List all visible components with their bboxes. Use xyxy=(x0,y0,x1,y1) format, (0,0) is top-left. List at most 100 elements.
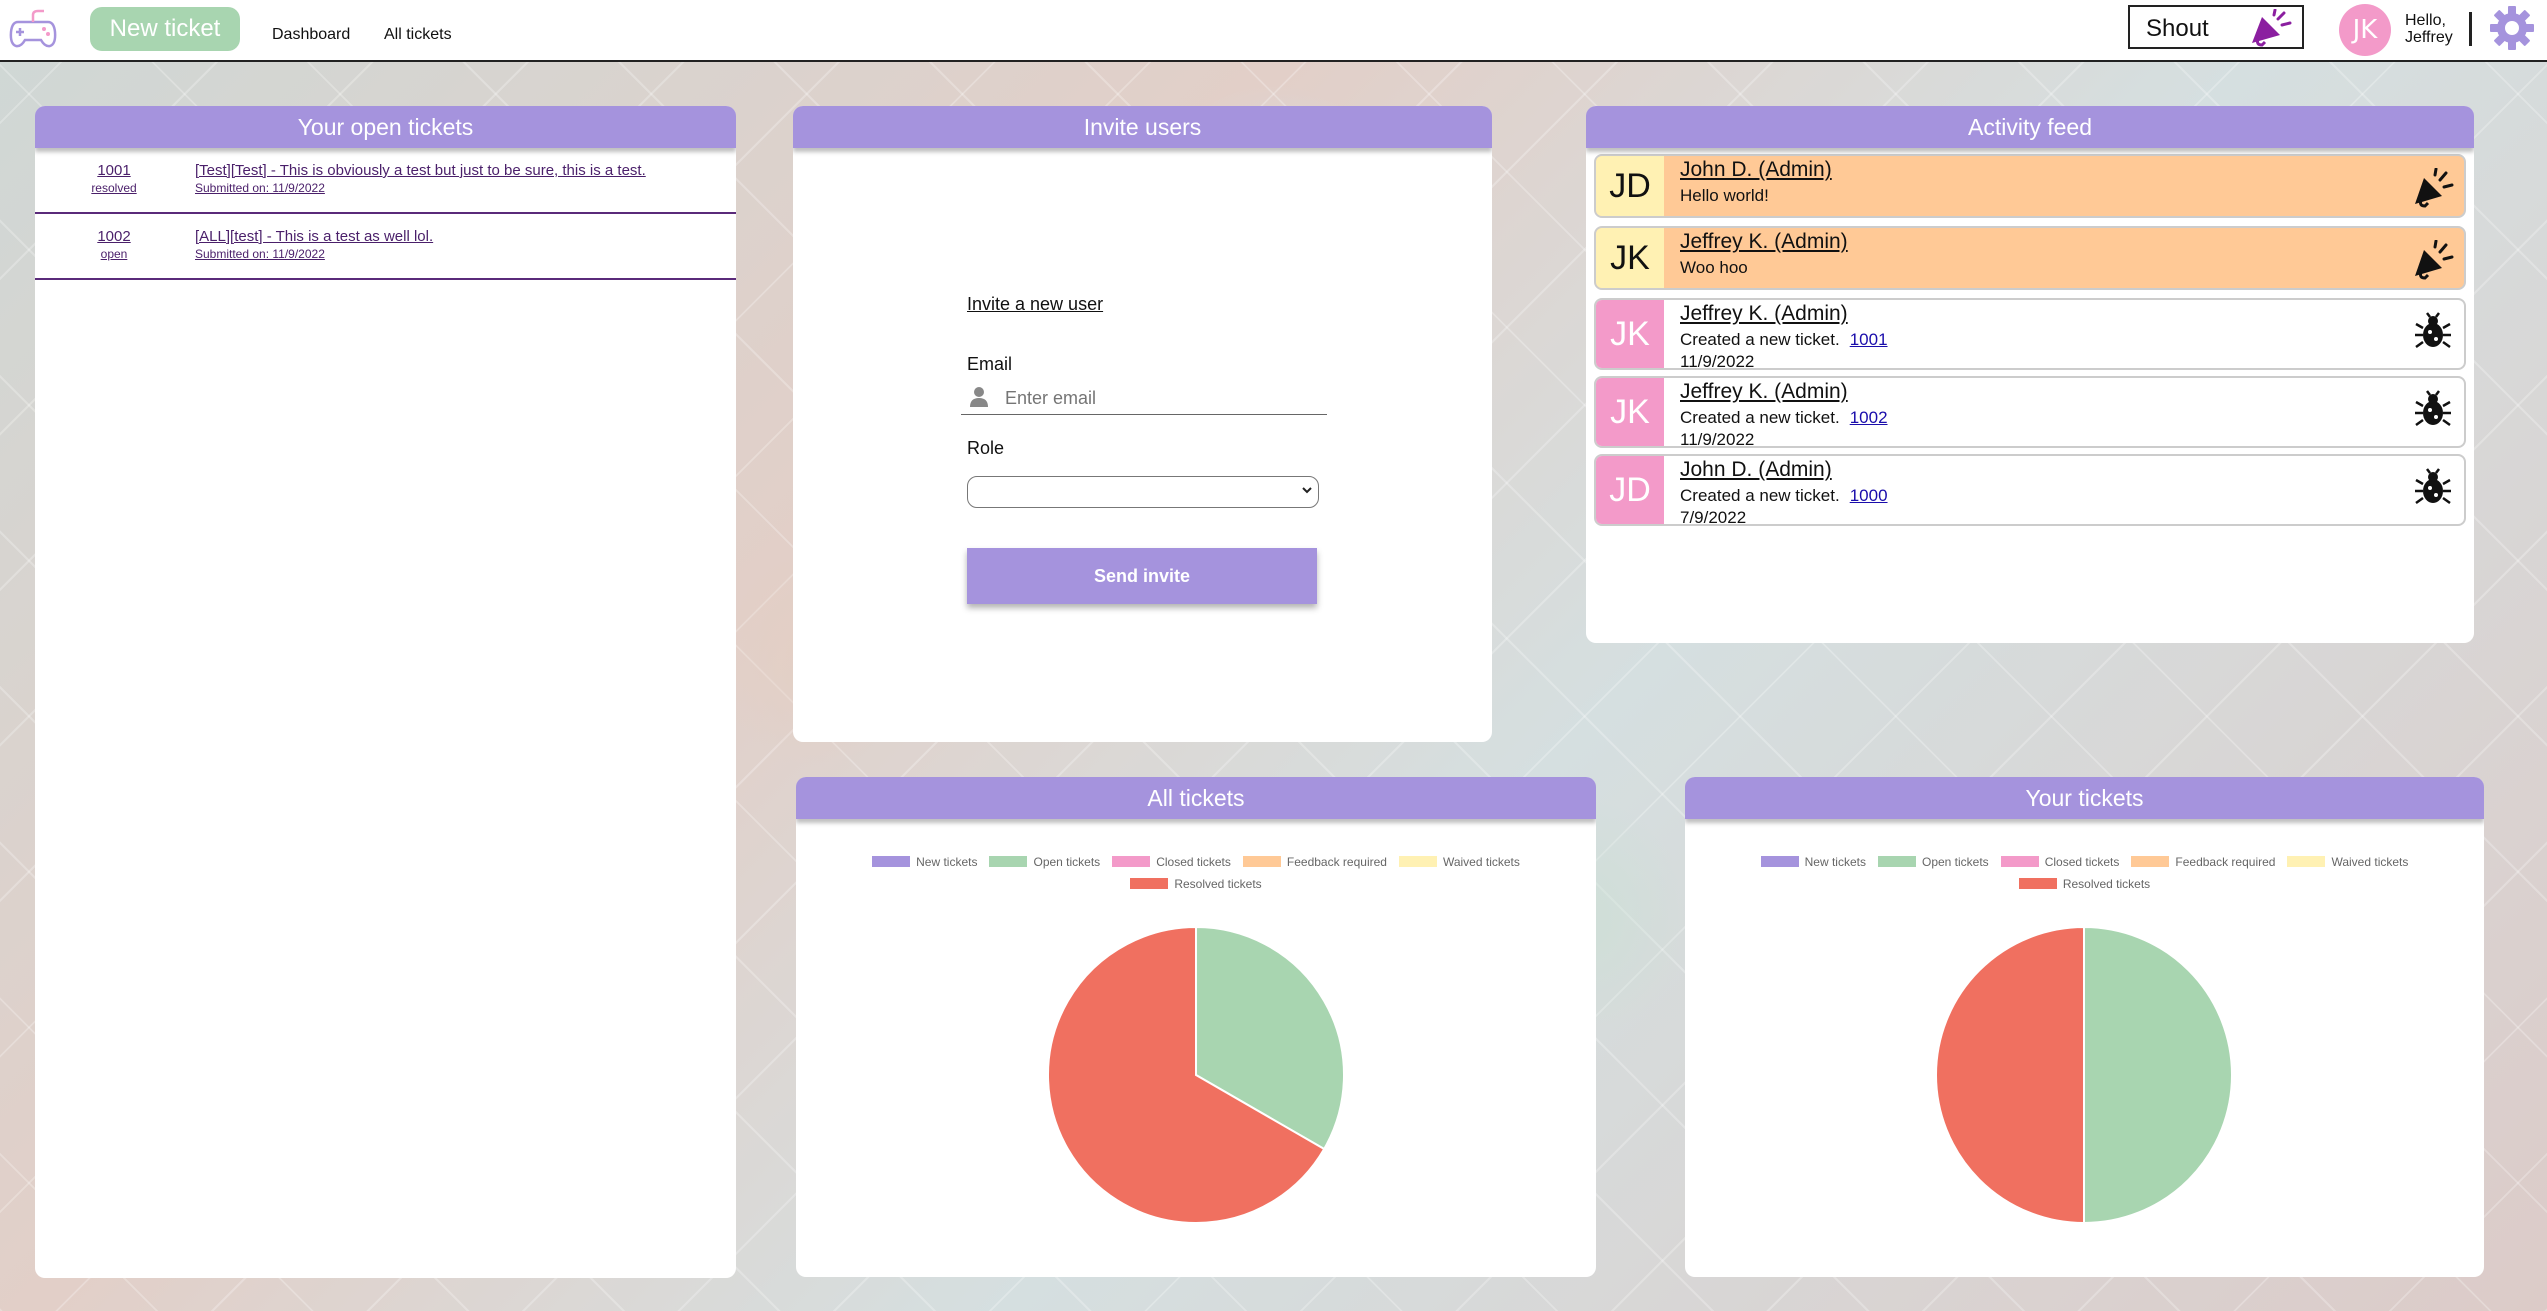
send-invite-button[interactable]: Send invite xyxy=(967,548,1317,604)
nav-dashboard-link[interactable]: Dashboard xyxy=(272,26,350,44)
megaphone-icon xyxy=(2415,240,2454,280)
bug-icon xyxy=(2415,468,2451,505)
pie-chart xyxy=(1047,925,1345,1224)
chevron-down-icon xyxy=(1302,487,1312,494)
role-select[interactable] xyxy=(967,476,1319,508)
all-tickets-chart-panel: All tickets New tickets Open tickets Close… xyxy=(796,777,1596,1277)
pie-chart xyxy=(1935,925,2233,1225)
shout-label: Shout xyxy=(2146,15,2209,42)
feed-message-text: Created a new ticket. xyxy=(1680,486,1840,505)
legend-swatch xyxy=(2000,856,2039,867)
legend-label: Feedback required xyxy=(2175,855,2276,869)
legend-label: Waived tickets xyxy=(2331,855,2409,869)
feed-date: 11/9/2022 xyxy=(1680,430,1755,448)
bug-icon xyxy=(2415,390,2451,427)
legend-item[interactable]: Closed tickets xyxy=(2000,851,2120,873)
ticket-title-link[interactable]: [ALL][test] - This is a test as well lol… xyxy=(195,228,433,245)
megaphone-icon xyxy=(2415,168,2454,208)
divider xyxy=(2469,12,2472,46)
user-avatar[interactable]: JK xyxy=(2339,4,2391,56)
feed-message-text: Created a new ticket. xyxy=(1680,330,1840,349)
legend-label: Closed tickets xyxy=(2044,855,2120,869)
feed-message: Woo hoo xyxy=(1680,258,1748,278)
shout-button[interactable]: Shout xyxy=(2128,5,2304,49)
legend-swatch xyxy=(2287,856,2326,867)
role-label: Role xyxy=(967,438,1005,458)
open-tickets-title: Your open tickets xyxy=(35,106,736,148)
your-tickets-chart-panel: Your tickets New tickets Open tickets Clos… xyxy=(1685,777,2484,1277)
feed-item[interactable]: JK Jeffrey K. (Admin) Created a new ticket… xyxy=(1594,298,2466,370)
activity-feed-title: Activity feed xyxy=(1586,106,2474,148)
ticket-submitted-date: Submitted on: 11/9/2022 xyxy=(195,181,325,195)
legend-item[interactable]: Waived tickets xyxy=(1398,851,1520,873)
ticket-id-link[interactable]: 1001 xyxy=(35,162,193,179)
legend-label: New tickets xyxy=(1804,855,1866,869)
ticket-status[interactable]: resolved xyxy=(35,181,193,195)
feed-date: 7/9/2022 xyxy=(1680,508,1747,526)
feed-message: Created a new ticket. 1001 xyxy=(1680,330,1888,350)
email-field-wrapper xyxy=(961,380,1327,415)
feed-avatar: JK xyxy=(1596,228,1664,288)
feed-avatar: JD xyxy=(1596,456,1664,524)
feed-author-link[interactable]: John D. (Admin) xyxy=(1680,458,1832,482)
pie-slice-resolved-tickets[interactable] xyxy=(1935,925,2085,1225)
feed-item[interactable]: JK Jeffrey K. (Admin) Woo hoo xyxy=(1594,226,2466,290)
feed-ticket-link[interactable]: 1002 xyxy=(1850,408,1888,427)
feed-message-text: Created a new ticket. xyxy=(1680,408,1840,427)
legend-label: Waived tickets xyxy=(1442,855,1520,869)
feed-author-link[interactable]: Jeffrey K. (Admin) xyxy=(1680,230,1848,254)
legend-item[interactable]: Resolved tickets xyxy=(2018,873,2150,895)
legend-swatch xyxy=(872,856,911,867)
feed-message-text: Woo hoo xyxy=(1680,258,1748,277)
activity-feed-panel: Activity feed JD John D. (Admin) Hello wor… xyxy=(1586,106,2474,643)
pie-slice-open-tickets[interactable] xyxy=(2083,925,2233,1225)
legend-item[interactable]: Feedback required xyxy=(1242,851,1387,873)
greeting-line-2: Jeffrey xyxy=(2405,29,2453,46)
feed-message: Created a new ticket. 1000 xyxy=(1680,486,1888,506)
feed-author-link[interactable]: Jeffrey K. (Admin) xyxy=(1680,302,1848,326)
legend-item[interactable]: Feedback required xyxy=(2131,851,2275,873)
legend-item[interactable]: New tickets xyxy=(872,851,977,873)
legend-item[interactable]: New tickets xyxy=(1760,851,1866,873)
feed-item[interactable]: JD John D. (Admin) Hello world! xyxy=(1594,154,2466,218)
nav-all-tickets-link[interactable]: All tickets xyxy=(384,26,452,44)
chart-legend: New tickets Open tickets Closed tickets Fee… xyxy=(796,851,1596,895)
ticket-status[interactable]: open xyxy=(35,247,193,261)
feed-avatar: JD xyxy=(1596,156,1664,216)
ticket-row[interactable]: 1001 resolved [Test][Test] - This is obv… xyxy=(35,148,736,214)
top-navigation-bar: New ticket Dashboard All tickets Shout J… xyxy=(0,0,2547,62)
feed-item[interactable]: JD John D. (Admin) Created a new ticket. 10… xyxy=(1594,454,2466,526)
greeting-line-1: Hello, xyxy=(2405,12,2446,29)
legend-swatch xyxy=(1398,856,1437,867)
feed-author-link[interactable]: Jeffrey K. (Admin) xyxy=(1680,380,1848,404)
gamepad-logo-icon[interactable] xyxy=(8,6,58,52)
invite-new-user-link[interactable]: Invite a new user xyxy=(967,294,1103,315)
ticket-title-link[interactable]: [Test][Test] - This is obviously a test … xyxy=(195,162,646,179)
ticket-row[interactable]: 1002 open [ALL][test] - This is a test a… xyxy=(35,214,736,280)
legend-swatch xyxy=(2131,856,2170,867)
bug-icon xyxy=(2415,312,2451,349)
legend-swatch xyxy=(989,856,1028,867)
feed-ticket-link[interactable]: 1000 xyxy=(1850,486,1888,505)
ticket-id-link[interactable]: 1002 xyxy=(35,228,193,245)
email-input[interactable] xyxy=(1003,384,1317,412)
legend-item[interactable]: Open tickets xyxy=(1877,851,1989,873)
new-ticket-button[interactable]: New ticket xyxy=(90,7,240,51)
invite-users-panel: Invite users Invite a new user Email Rol… xyxy=(793,106,1492,742)
user-icon xyxy=(970,387,988,407)
legend-item[interactable]: Waived tickets xyxy=(2287,851,2408,873)
legend-swatch xyxy=(1242,856,1281,867)
gear-icon[interactable] xyxy=(2489,5,2535,51)
legend-swatch xyxy=(2018,878,2057,889)
open-tickets-panel: Your open tickets 1001 resolved [Test][T… xyxy=(35,106,736,1278)
chart-legend: New tickets Open tickets Closed tickets Fee… xyxy=(1685,851,2484,895)
legend-item[interactable]: Resolved tickets xyxy=(1130,873,1262,895)
feed-ticket-link[interactable]: 1001 xyxy=(1850,330,1888,349)
greeting: Hello, Jeffrey xyxy=(2405,12,2453,46)
all-tickets-chart-title: All tickets xyxy=(796,777,1596,819)
feed-item[interactable]: JK Jeffrey K. (Admin) Created a new ticket… xyxy=(1594,376,2466,448)
legend-item[interactable]: Closed tickets xyxy=(1112,851,1231,873)
legend-item[interactable]: Open tickets xyxy=(989,851,1100,873)
invite-users-title: Invite users xyxy=(793,106,1492,148)
feed-author-link[interactable]: John D. (Admin) xyxy=(1680,158,1832,182)
